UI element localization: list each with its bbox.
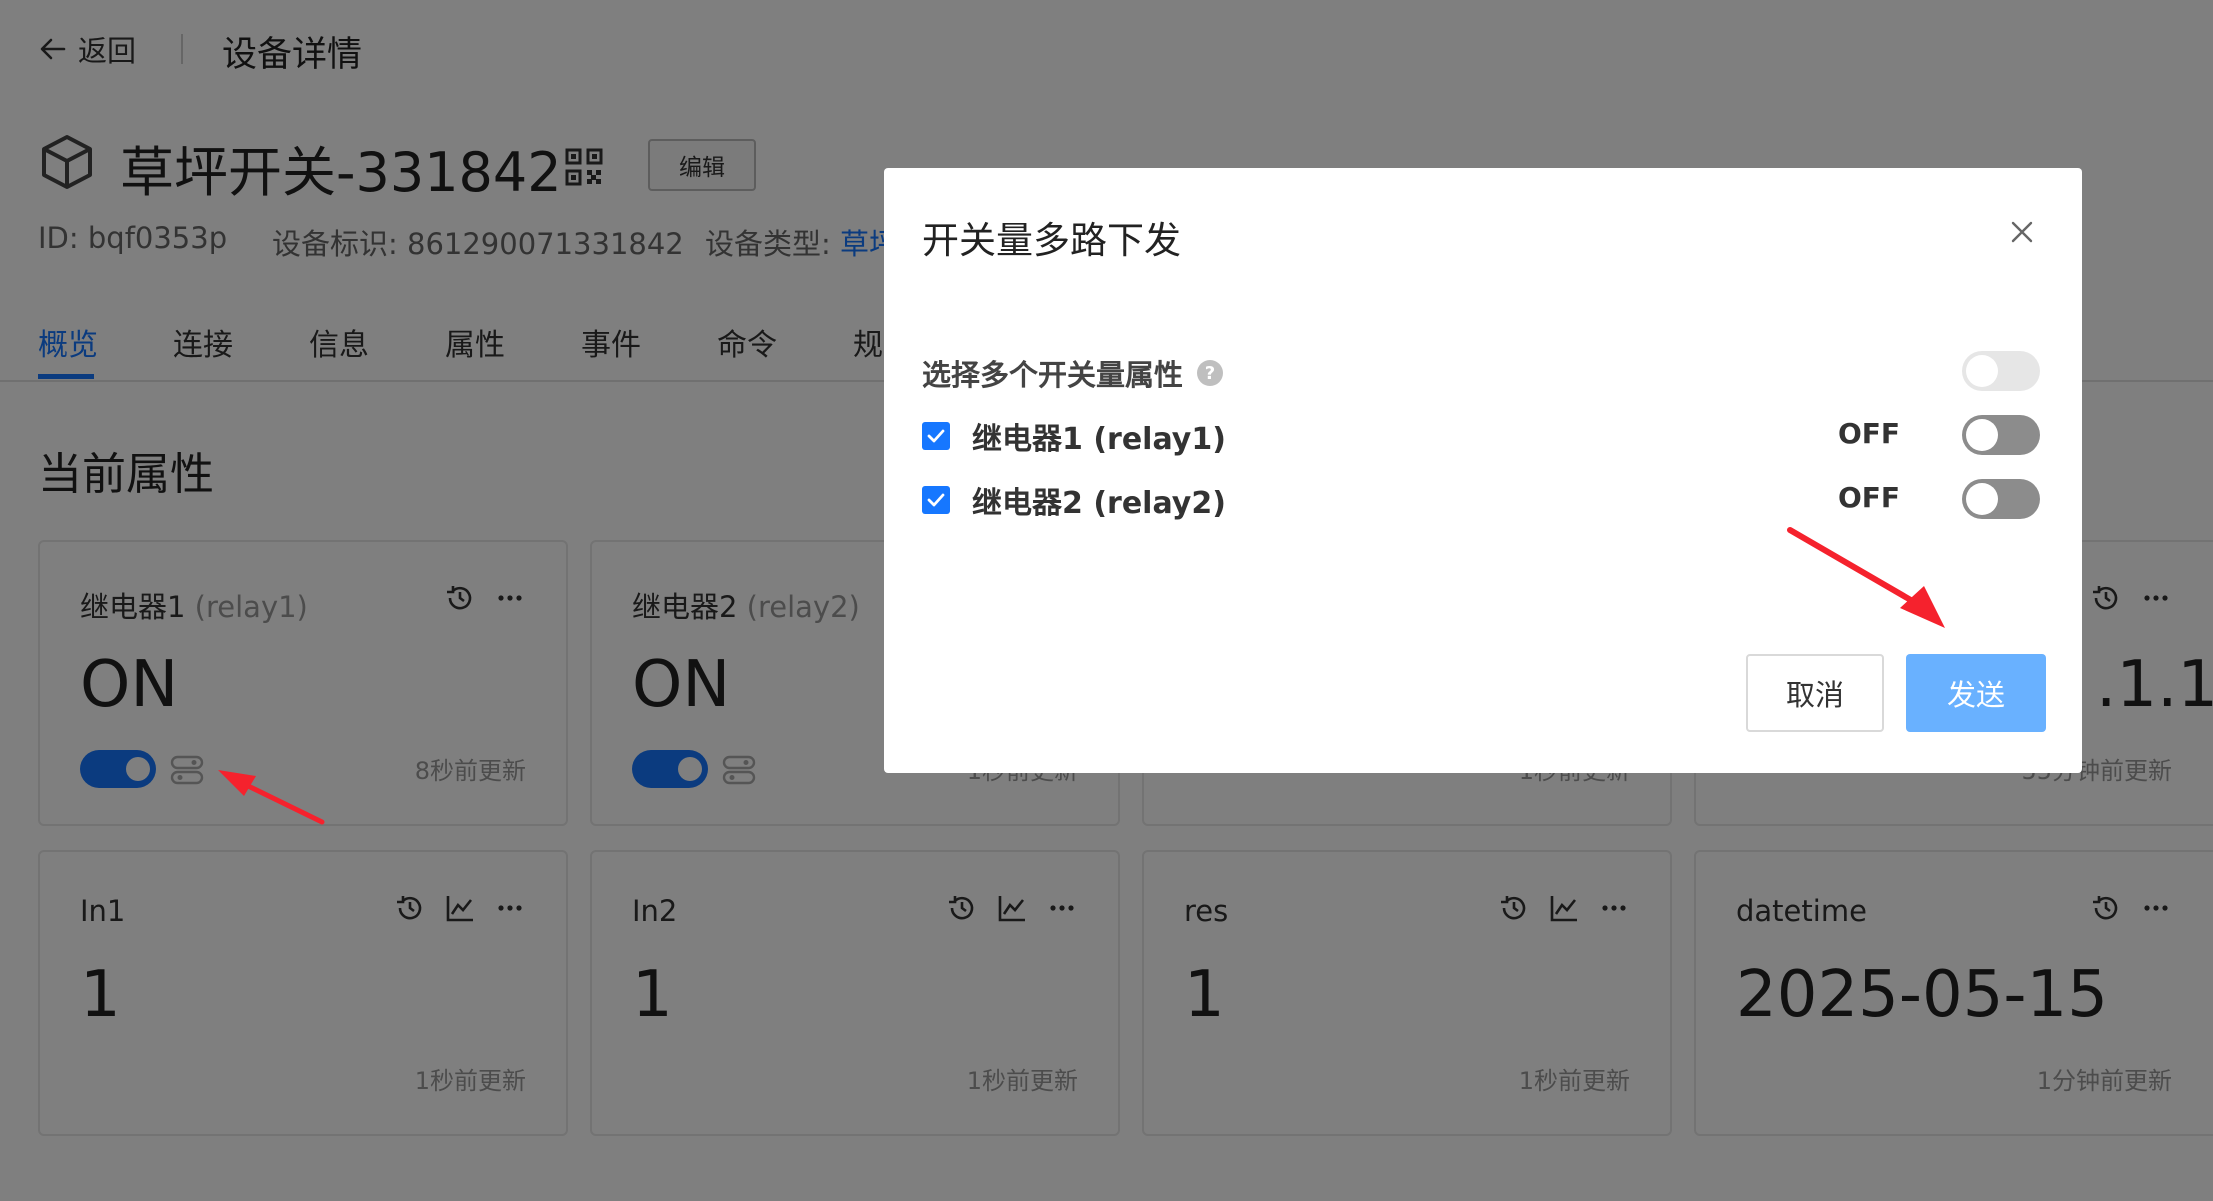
check-icon (927, 429, 945, 443)
select-multiple-label: 选择多个开关量属性 ? (922, 352, 1224, 394)
relay2-switch[interactable] (1962, 479, 2040, 519)
relay1-checkbox[interactable] (922, 422, 950, 450)
check-icon (927, 493, 945, 507)
select-multiple-text: 选择多个开关量属性 (922, 358, 1184, 392)
relay1-state: OFF (1838, 417, 1901, 450)
relay2-state: OFF (1838, 481, 1901, 514)
dialog-title: 开关量多路下发 (922, 219, 1181, 262)
toggle-knob (1966, 419, 1998, 451)
toggle-knob (1966, 355, 1998, 387)
relay2-checkbox[interactable] (922, 486, 950, 514)
cancel-button[interactable]: 取消 (1746, 654, 1884, 732)
relay2-option[interactable]: 继电器2 (relay2) (922, 478, 1226, 522)
help-icon[interactable]: ? (1197, 360, 1224, 386)
relay1-switch[interactable] (1962, 415, 2040, 455)
relay1-option-label: 继电器1 (relay1) (972, 422, 1226, 457)
select-multiple-toggle[interactable] (1962, 351, 2040, 391)
relay2-option-label: 继电器2 (relay2) (972, 486, 1226, 521)
close-icon[interactable] (2008, 218, 2036, 246)
toggle-knob (1966, 483, 1998, 515)
send-button[interactable]: 发送 (1906, 654, 2046, 732)
relay1-option[interactable]: 继电器1 (relay1) (922, 414, 1226, 458)
multi-switch-dialog: 开关量多路下发 选择多个开关量属性 ? 继电器1 (relay1) OFF 继电… (884, 168, 2082, 773)
